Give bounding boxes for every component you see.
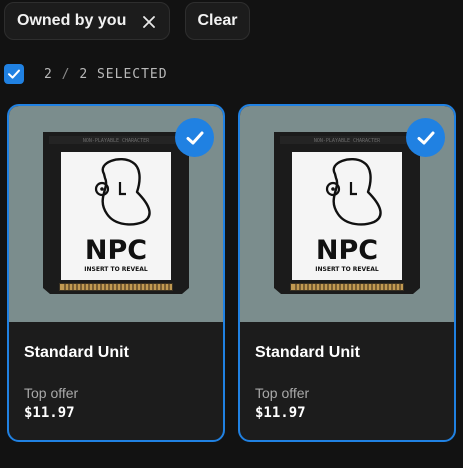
cartridge-header: NON-PLAYABLE CHARACTER	[83, 138, 150, 144]
total-count: 2	[79, 66, 89, 82]
select-all-checkbox[interactable]	[4, 64, 24, 84]
selected-badge[interactable]	[175, 118, 214, 157]
top-offer-price: $11.97	[255, 405, 306, 421]
clear-button[interactable]: Clear	[185, 2, 250, 40]
selected-count: 2	[44, 66, 53, 82]
checkmark-icon	[8, 69, 20, 79]
cartridge-subtitle: INSERT TO REVEAL	[315, 266, 379, 273]
count-separator: /	[61, 66, 71, 82]
selected-badge[interactable]	[406, 118, 445, 157]
close-icon[interactable]	[143, 16, 155, 28]
nft-card[interactable]: NON-PLAYABLE CHARACTER NPC INSERT TO REV…	[7, 104, 225, 442]
nft-card[interactable]: NON-PLAYABLE CHARACTER NPC INSERT TO REV…	[238, 104, 456, 442]
card-title: Standard Unit	[24, 344, 129, 361]
owned-by-you-label: Owned by you	[17, 12, 127, 29]
cartridge-subtitle: INSERT TO REVEAL	[84, 266, 148, 273]
top-offer-label: Top offer	[255, 385, 310, 401]
clear-button-label: Clear	[197, 12, 238, 29]
cartridge-title: NPC	[316, 235, 378, 266]
checkmark-icon	[417, 131, 434, 144]
cartridge-header: NON-PLAYABLE CHARACTER	[314, 138, 381, 144]
top-offer-price: $11.97	[24, 405, 75, 421]
selection-summary: 2 / 2 SELECTED	[4, 64, 168, 84]
selection-count: 2 / 2 SELECTED	[44, 67, 168, 82]
top-offer-label: Top offer	[24, 385, 79, 401]
card-title: Standard Unit	[255, 344, 360, 361]
selected-suffix: SELECTED	[96, 66, 168, 82]
checkmark-icon	[186, 131, 203, 144]
owned-by-you-chip[interactable]: Owned by you	[4, 2, 170, 40]
cartridge-title: NPC	[85, 235, 147, 266]
